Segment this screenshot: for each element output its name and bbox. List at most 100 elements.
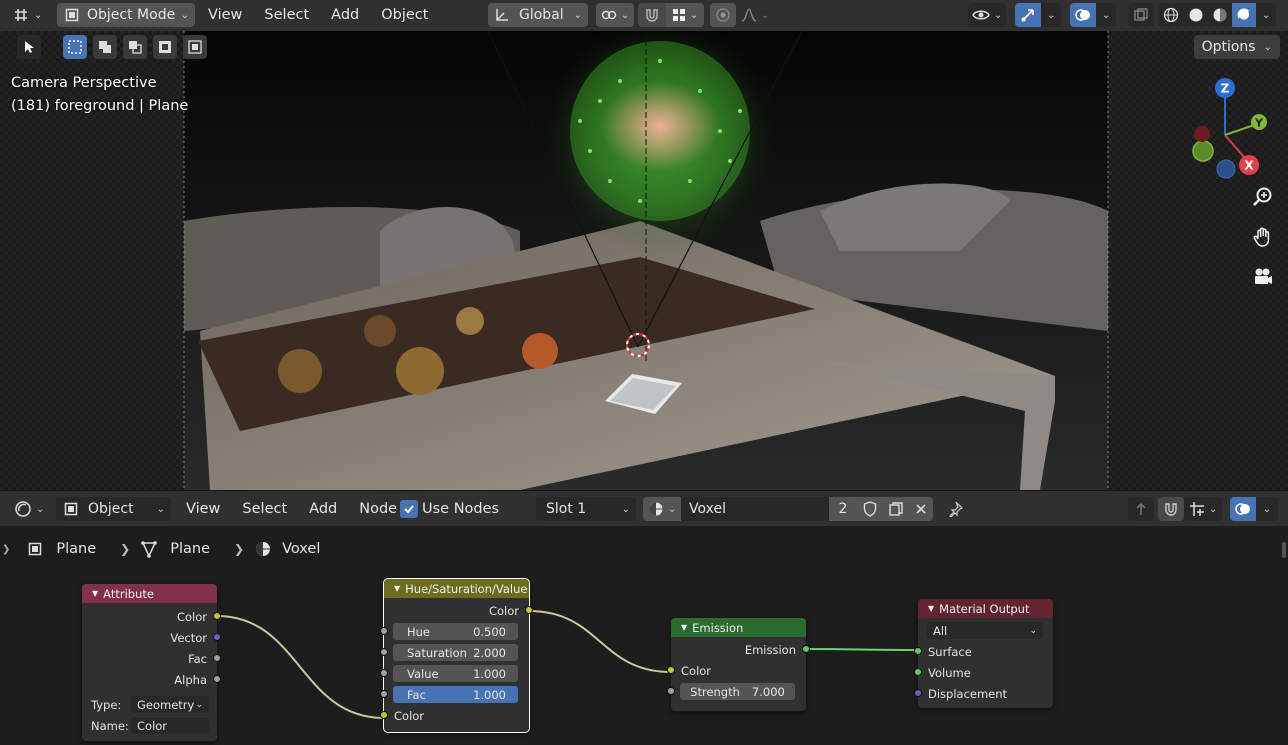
tool-select-button[interactable]	[17, 35, 41, 59]
collapse-icon[interactable]: ▼	[928, 604, 934, 613]
collapse-icon[interactable]: ▼	[92, 589, 98, 598]
hsv-fac-field[interactable]: Fac 1.000	[393, 686, 518, 703]
parent-node-tree-button[interactable]	[1128, 497, 1154, 521]
material-user-count[interactable]: 2	[829, 497, 857, 521]
snap-toggle[interactable]	[638, 3, 666, 27]
emission-node[interactable]: ▼ Emission Emission Color Strength 7.000	[667, 618, 810, 711]
falloff-dropdown[interactable]: ⌄	[736, 3, 774, 27]
node-menu-select[interactable]: Select	[231, 497, 298, 521]
link-emission-to-output	[805, 648, 919, 651]
attribute-fac-socket[interactable]	[213, 654, 221, 662]
material-output-target-dropdown[interactable]: All ⌄	[927, 622, 1043, 639]
material-output-node-header[interactable]: ▼ Material Output	[918, 599, 1053, 618]
duplicate-material-button[interactable]	[883, 497, 909, 521]
value-value: 1.000	[473, 666, 506, 681]
gizmo-icon	[1020, 6, 1036, 24]
transform-orientation-dropdown[interactable]: Global ⌄	[488, 3, 588, 27]
gizmo-neg-z-ball[interactable]	[1216, 159, 1236, 179]
mode-dropdown[interactable]: Object Mode ⌄	[57, 3, 195, 27]
slot-label: Slot 1	[546, 501, 587, 517]
hsv-hue-field[interactable]: Hue 0.500	[393, 623, 518, 640]
use-nodes-checkbox[interactable]: Use Nodes	[400, 497, 499, 521]
attribute-color-socket[interactable]	[213, 612, 221, 620]
node-editor-type-button[interactable]: ⌄	[10, 497, 48, 521]
node-overlays-dropdown[interactable]: ⌄	[1256, 497, 1278, 521]
hsv-saturation-socket[interactable]	[380, 648, 388, 656]
zoom-button[interactable]	[1248, 182, 1278, 212]
emission-node-header[interactable]: ▼ Emission	[671, 618, 806, 637]
pivot-point-button[interactable]: ⌄	[596, 3, 634, 27]
gizmo-toggle[interactable]	[1015, 3, 1041, 27]
node-editor-canvas[interactable]: ❯ Plane ❯ Plane ❯ Voxel ▼ Attribute Colo…	[0, 526, 1288, 745]
hsv-hue-socket[interactable]	[380, 627, 388, 635]
emission-strength-socket[interactable]	[667, 687, 675, 695]
overlays-toggle[interactable]	[1070, 3, 1096, 27]
attribute-name-field[interactable]: Color	[131, 717, 209, 734]
material-name-field[interactable]: Voxel	[681, 497, 829, 521]
hsv-color-input-socket[interactable]	[380, 711, 388, 719]
output-displacement-socket[interactable]	[914, 689, 922, 697]
snap-target-dropdown[interactable]: ⌄	[666, 3, 704, 27]
shading-material-button[interactable]	[1208, 3, 1232, 27]
slot-dropdown[interactable]: Slot 1 ⌄	[536, 497, 636, 521]
node-editor-header: ⌄ Object ⌄ View Select Add Node Use Node…	[0, 490, 1288, 526]
node-snap-toggle[interactable]	[1158, 497, 1184, 521]
node-menu-add[interactable]: Add	[298, 497, 348, 521]
mode-subtract-selection-button[interactable]	[123, 35, 147, 59]
editor-type-button[interactable]: ⌄	[8, 3, 46, 27]
emission-strength-field[interactable]: Strength 7.000	[680, 683, 795, 700]
hsv-value-socket[interactable]	[380, 669, 388, 677]
emission-output-socket[interactable]	[802, 645, 810, 653]
attribute-name-label: Name:	[91, 718, 129, 733]
attribute-type-dropdown[interactable]: Geometry ⌄	[131, 696, 209, 713]
emission-color-socket[interactable]	[667, 666, 675, 674]
shading-dropdown[interactable]: ⌄	[1256, 3, 1276, 27]
gizmo-dropdown[interactable]: ⌄	[1041, 3, 1061, 27]
3d-viewport[interactable]: Camera Perspective (181) foreground | Pl…	[0, 31, 1288, 490]
mode-new-selection-button[interactable]	[63, 35, 87, 59]
menu-object[interactable]: Object	[370, 3, 439, 27]
hsv-value-field[interactable]: Value 1.000	[393, 665, 518, 682]
attribute-alpha-socket[interactable]	[213, 675, 221, 683]
scrollbar-handle[interactable]	[1282, 542, 1286, 558]
emission-node-title: Emission	[692, 620, 744, 635]
menu-view[interactable]: View	[197, 3, 253, 27]
overlays-dropdown[interactable]: ⌄	[1096, 3, 1116, 27]
options-dropdown[interactable]: Options ⌄	[1193, 35, 1280, 59]
material-output-node[interactable]: ▼ Material Output All ⌄ Surface Volume D…	[914, 599, 1053, 708]
unlink-material-button[interactable]	[909, 497, 933, 521]
mode-invert-selection-button[interactable]	[153, 35, 177, 59]
output-volume-socket[interactable]	[914, 668, 922, 676]
proportional-edit-toggle[interactable]	[710, 3, 736, 27]
shading-solid-button[interactable]	[1184, 3, 1208, 27]
viewport-camera-label: Camera Perspective	[11, 75, 157, 91]
menu-add[interactable]: Add	[320, 3, 370, 27]
fake-user-button[interactable]	[857, 497, 883, 521]
attribute-vector-socket[interactable]	[213, 633, 221, 641]
attribute-node-header[interactable]: ▼ Attribute	[82, 584, 217, 603]
camera-view-button[interactable]	[1248, 262, 1278, 292]
shading-wireframe-button[interactable]	[1158, 3, 1184, 27]
hsv-saturation-field[interactable]: Saturation 2.000	[393, 644, 518, 661]
shader-type-dropdown[interactable]: Object ⌄	[56, 497, 171, 521]
mode-intersect-selection-button[interactable]	[183, 35, 207, 59]
output-surface-socket[interactable]	[914, 647, 922, 655]
attribute-node[interactable]: ▼ Attribute Color Vector Fac Alpha Type:…	[82, 584, 221, 741]
hsv-fac-socket[interactable]	[380, 690, 388, 698]
menu-select[interactable]: Select	[253, 3, 320, 27]
node-snap-target-dropdown[interactable]: ⌄	[1184, 497, 1222, 521]
collapse-icon[interactable]: ▼	[681, 623, 687, 632]
collapse-icon[interactable]: ▼	[394, 584, 400, 593]
shading-rendered-button[interactable]	[1232, 3, 1256, 27]
visibility-dropdown[interactable]: ⌄	[968, 3, 1006, 27]
pan-button[interactable]	[1248, 222, 1278, 252]
hsv-color-output-socket[interactable]	[525, 606, 533, 614]
hsv-node-header[interactable]: ▼ Hue/Saturation/Value	[384, 579, 529, 598]
material-browse-button[interactable]: ⌄	[643, 497, 681, 521]
mode-extend-selection-button[interactable]	[93, 35, 117, 59]
node-menu-view[interactable]: View	[175, 497, 231, 521]
node-overlays-toggle[interactable]	[1230, 497, 1256, 521]
hsv-node[interactable]: ▼ Hue/Saturation/Value Color Hue 0.500 Sa…	[380, 578, 533, 733]
pin-button[interactable]	[942, 497, 968, 521]
xray-toggle[interactable]	[1128, 3, 1154, 27]
